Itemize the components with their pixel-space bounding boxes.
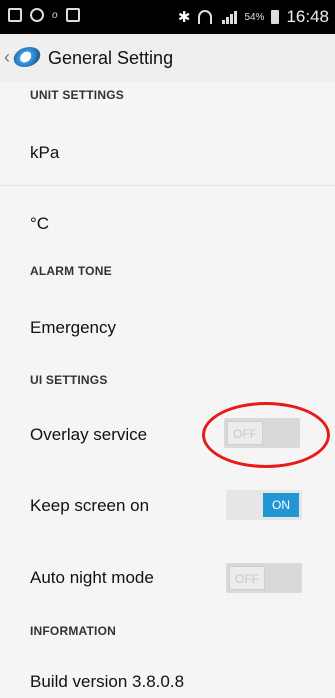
wifi-icon — [197, 10, 215, 24]
toggle-state: ON — [263, 493, 299, 517]
signal-icon — [222, 10, 238, 24]
build-version: Build version 3.8.0.8 — [30, 672, 185, 691]
section-header-information: INFORMATION — [30, 624, 116, 638]
notification-icons: o — [8, 8, 80, 22]
section-header-unit-settings: UNIT SETTINGS — [30, 88, 124, 102]
toggle-state: OFF — [227, 421, 263, 445]
battery-icon — [271, 10, 280, 24]
setting-alarm-tone[interactable]: Emergency — [30, 318, 116, 338]
back-chevron-icon[interactable]: ‹ — [4, 47, 10, 68]
auto-night-mode-toggle[interactable]: OFF — [226, 563, 302, 593]
toggle-state: OFF — [229, 566, 265, 590]
battery-percent: 54% — [244, 11, 265, 23]
divider — [0, 185, 335, 186]
section-header-ui-settings: UI SETTINGS — [30, 373, 108, 387]
overlay-service-toggle[interactable]: OFF — [224, 418, 300, 448]
app-bar: ‹ General Setting — [0, 34, 335, 82]
app-logo-icon[interactable] — [11, 47, 43, 67]
setting-overlay-service-label: Overlay service — [30, 425, 148, 444]
status-bar: o ✱ 54% 16:48 — [0, 0, 335, 34]
clock: 16:48 — [286, 7, 329, 26]
setting-temperature-unit[interactable]: °C — [30, 214, 49, 234]
clipboard-icon — [65, 8, 80, 22]
setting-auto-night-mode-label: Auto night mode — [30, 568, 154, 587]
screenshot-icon — [8, 8, 22, 22]
setting-pressure-unit[interactable]: kPa — [30, 143, 59, 163]
sync-icon — [30, 8, 44, 22]
setting-keep-screen-on-label: Keep screen on — [30, 496, 150, 515]
keep-screen-on-toggle[interactable]: ON — [226, 490, 302, 520]
section-header-alarm-tone: ALARM TONE — [30, 264, 112, 278]
page-title: General Setting — [48, 48, 174, 68]
system-icons: ✱ 54% 16:48 — [178, 7, 329, 27]
bluetooth-icon: ✱ — [177, 9, 191, 26]
app-notification-icon: o — [52, 9, 58, 21]
